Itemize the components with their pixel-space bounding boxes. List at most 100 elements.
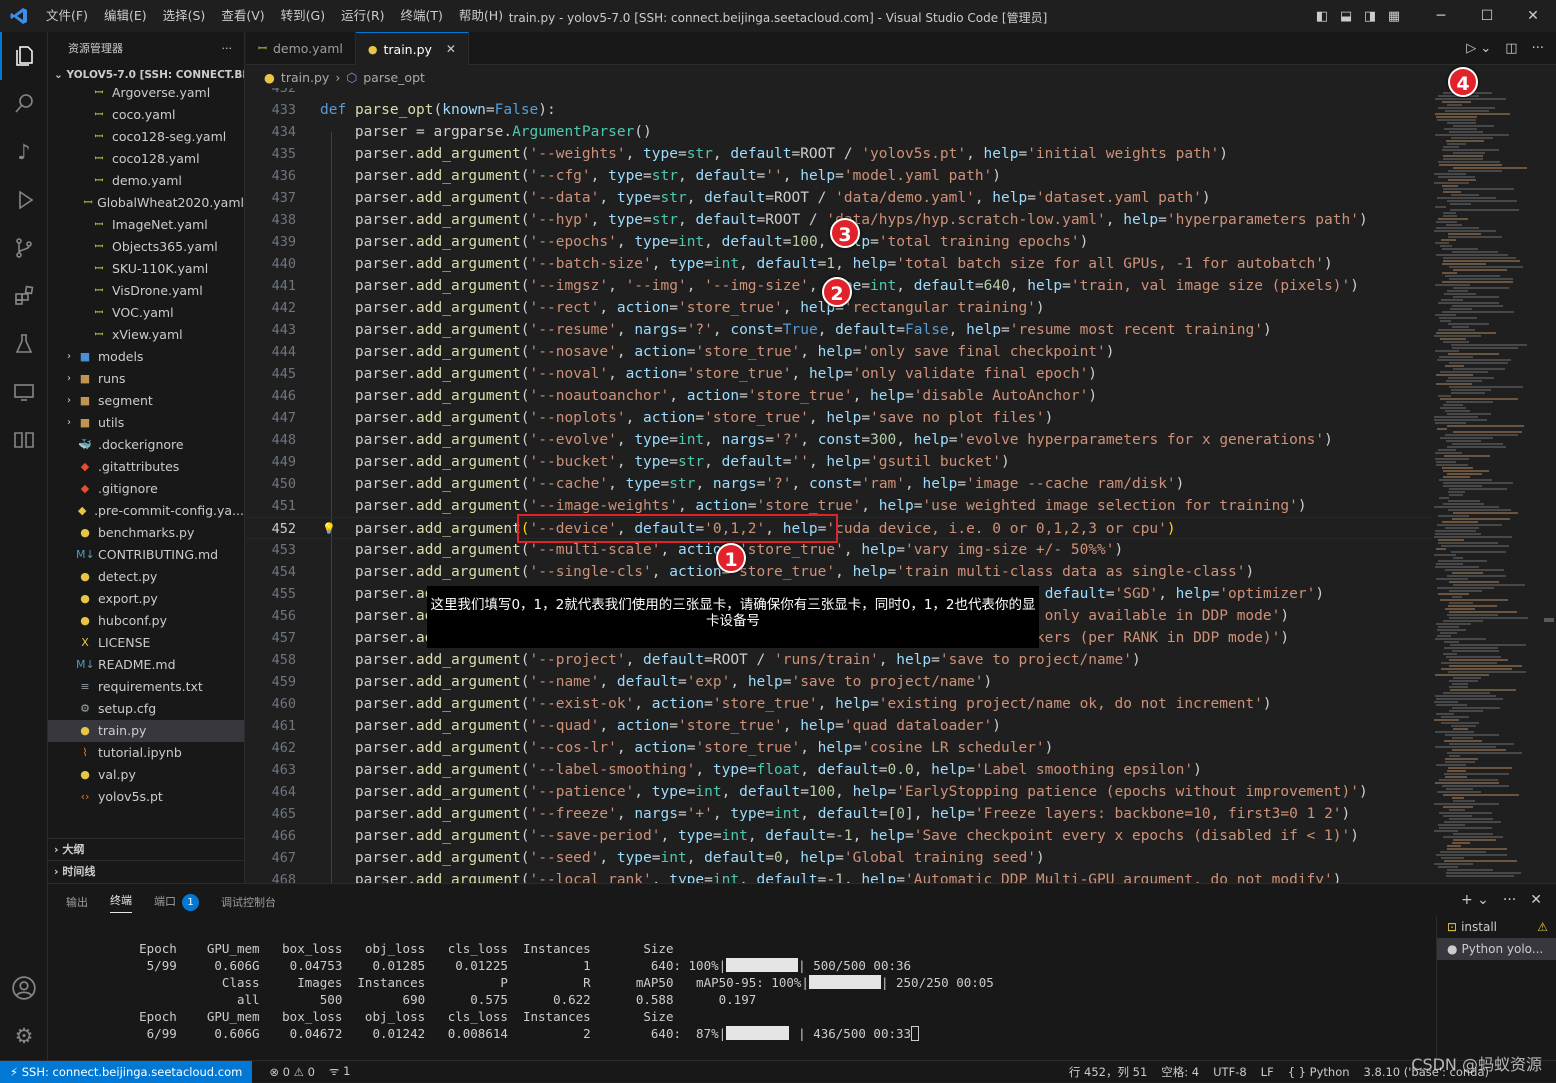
file-item[interactable]: ⌇ tutorial.ipynb [48,742,244,764]
file-item[interactable]: ꟷ VisDrone.yaml [48,280,244,302]
timeline-section[interactable]: › 时间线 [48,860,244,882]
file-item[interactable]: ꟷ SKU-110K.yaml [48,258,244,280]
run-python-file-icon[interactable]: ▷ ⌄ [1466,41,1491,56]
file-item[interactable]: Ⅹ LICENSE [48,632,244,654]
indentation[interactable]: 空格: 4 [1154,1064,1206,1080]
code-line[interactable]: 466 parser.add_argument('--save-period',… [246,825,1432,847]
file-item[interactable]: ꟷ ImageNet.yaml [48,214,244,236]
file-item[interactable]: ≡ requirements.txt [48,676,244,698]
search-icon[interactable] [0,80,48,128]
code-line[interactable]: 462 parser.add_argument('--cos-lr', acti… [246,737,1432,759]
code-line[interactable]: 467 parser.add_argument('--seed', type=i… [246,847,1432,869]
toggle-secondary-sidebar-icon[interactable]: ◨ [1358,9,1382,24]
file-item[interactable]: ● val.py [48,764,244,786]
file-item[interactable]: ◆ .gitattributes [48,456,244,478]
file-item[interactable]: ● benchmarks.py [48,522,244,544]
breadcrumb-file[interactable]: train.py [281,70,329,85]
panel-tab[interactable]: 端口 1 [154,893,199,911]
close-panel-icon[interactable]: ✕ [1530,892,1542,908]
folder-item[interactable]: › ■ utils [48,412,244,434]
folder-item[interactable]: › ■ runs [48,368,244,390]
remote-explorer-icon[interactable] [0,368,48,416]
code-line[interactable]: 437 parser.add_argument('--data', type=s… [246,187,1432,209]
explorer-icon[interactable] [0,32,48,80]
terminal-instance[interactable]: ⊡ install ⚠ [1437,916,1556,938]
panel-more-icon[interactable]: ··· [1503,892,1516,908]
encoding[interactable]: UTF-8 [1206,1065,1254,1079]
menu-item[interactable]: 编辑(E) [96,0,155,32]
code-line[interactable]: 435 parser.add_argument('--weights', typ… [246,143,1432,165]
end-of-line[interactable]: LF [1254,1065,1281,1079]
outline-section[interactable]: › 大纲 [48,838,244,860]
editor-more-icon[interactable]: ··· [1532,41,1544,56]
tab-train-py[interactable]: ● train.py ✕ [355,32,469,65]
file-item[interactable]: ꟷ coco128-seg.yaml [48,126,244,148]
file-item[interactable]: ꟷ demo.yaml [48,170,244,192]
minimize-icon[interactable]: ─ [1418,8,1464,24]
code-line[interactable]: 440 parser.add_argument('--batch-size', … [246,253,1432,275]
code-line[interactable]: 465 parser.add_argument('--freeze', narg… [246,803,1432,825]
code-line[interactable]: 459 parser.add_argument('--name', defaul… [246,671,1432,693]
file-item[interactable]: ● train.py [48,720,244,742]
file-item[interactable]: ● detect.py [48,566,244,588]
file-item[interactable]: ◆ .gitignore [48,478,244,500]
toggle-panel-icon[interactable]: ⬓ [1334,9,1358,24]
code-line[interactable]: 464 parser.add_argument('--patience', ty… [246,781,1432,803]
panel-tab[interactable]: 调试控制台 [221,894,276,910]
code-line[interactable]: 468 parser.add_argument('--local_rank', … [246,869,1432,883]
code-line[interactable]: 447 parser.add_argument('--noplots', act… [246,407,1432,429]
customize-layout-icon[interactable]: ▦ [1382,9,1406,24]
file-item[interactable]: ꟷ coco128.yaml [48,148,244,170]
problems-indicator[interactable]: ⊗ 0 ⚠ 0 [262,1065,322,1079]
music-icon[interactable]: ♪ [0,128,48,176]
file-item[interactable]: ● export.py [48,588,244,610]
more-actions-icon[interactable]: ··· [222,42,233,55]
code-line[interactable]: 443 parser.add_argument('--resume', narg… [246,319,1432,341]
menu-item[interactable]: 转到(G) [273,0,333,32]
code-line[interactable]: 434 parser = argparse.ArgumentParser() [246,121,1432,143]
code-line[interactable]: 452 parser.add_argument('--device', defa… [246,517,1432,539]
panel-tab[interactable]: 终端 [110,892,132,913]
file-item[interactable]: ꟷ GlobalWheat2020.yaml [48,192,244,214]
menu-item[interactable]: 查看(V) [213,0,272,32]
file-item[interactable]: ꟷ Argoverse.yaml [48,82,244,104]
file-item[interactable]: ꟷ xView.yaml [48,324,244,346]
folder-item[interactable]: › ■ segment [48,390,244,412]
code-line[interactable]: 451 parser.add_argument('--image-weights… [246,495,1432,517]
code-line[interactable]: 446 parser.add_argument('--noautoanchor'… [246,385,1432,407]
book-icon[interactable] [0,416,48,464]
code-line[interactable]: 458 parser.add_argument('--project', def… [246,649,1432,671]
folder-item[interactable]: › ■ models [48,346,244,368]
lightbulb-icon[interactable]: 💡 [322,518,336,540]
maximize-icon[interactable]: ☐ [1464,8,1510,24]
cursor-position[interactable]: 行 452，列 51 [1062,1064,1154,1080]
minimap[interactable] [1432,88,1542,883]
code-line[interactable]: 432 [246,88,1432,99]
toggle-primary-sidebar-icon[interactable]: ◧ [1310,9,1334,24]
editor-scrollbar[interactable] [1542,88,1556,883]
terminal-instance[interactable]: ● Python yolo... [1437,938,1556,960]
code-line[interactable]: 463 parser.add_argument('--label-smoothi… [246,759,1432,781]
close-tab-icon[interactable]: ✕ [446,42,456,56]
file-item[interactable]: M↓ CONTRIBUTING.md [48,544,244,566]
file-item[interactable]: ‹› yolov5s.pt [48,786,244,808]
extensions-icon[interactable] [0,272,48,320]
tab-demo-yaml[interactable]: ꟷ demo.yaml [246,32,356,65]
code-line[interactable]: 454 parser.add_argument('--single-cls', … [246,561,1432,583]
testing-flask-icon[interactable] [0,320,48,368]
split-editor-icon[interactable]: ◫ [1505,41,1517,56]
new-terminal-icon[interactable]: + ⌄ [1461,892,1489,908]
source-control-icon[interactable] [0,224,48,272]
file-item[interactable]: ꟷ coco.yaml [48,104,244,126]
remote-indicator[interactable]: ⚡ SSH: connect.beijinga.seetacloud.com [0,1060,253,1083]
menu-item[interactable]: 文件(F) [38,0,96,32]
code-line[interactable]: 444 parser.add_argument('--nosave', acti… [246,341,1432,363]
menu-item[interactable]: 帮助(H) [451,0,511,32]
code-line[interactable]: 449 parser.add_argument('--bucket', type… [246,451,1432,473]
file-item[interactable]: ● hubconf.py [48,610,244,632]
file-item[interactable]: ⚙ setup.cfg [48,698,244,720]
file-item[interactable]: ꟷ Objects365.yaml [48,236,244,258]
file-item[interactable]: ◆ .pre-commit-config.ya... [48,500,244,522]
code-line[interactable]: 453 parser.add_argument('--multi-scale',… [246,539,1432,561]
file-item[interactable]: M↓ README.md [48,654,244,676]
